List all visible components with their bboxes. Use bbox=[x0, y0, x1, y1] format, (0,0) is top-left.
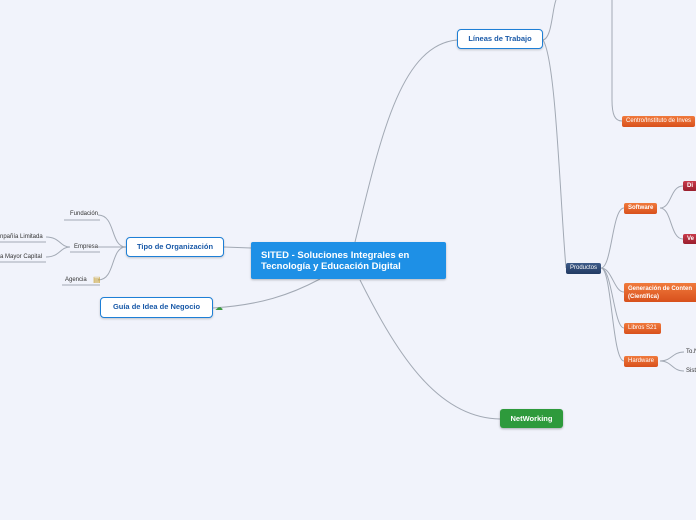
subtopic-software-child-1[interactable]: Di bbox=[683, 181, 696, 191]
subtopic-label: Centro/Instituto de Inves bbox=[626, 118, 692, 124]
subtopic-libros-s21[interactable]: Libros S21 bbox=[624, 323, 661, 334]
topic-guia-idea-negocio[interactable]: Guía de Idea de Negocio bbox=[100, 297, 213, 318]
topic-tipo-de-organizacion[interactable]: Tipo de Organización bbox=[126, 237, 224, 257]
central-topic-line1: SITED - Soluciones Integrales en bbox=[261, 250, 410, 261]
subtopic-centro-instituto[interactable]: Centro/Instituto de Inves bbox=[622, 116, 696, 127]
subtopic-label: Hardware bbox=[628, 358, 655, 364]
subtopic-software-child-2[interactable]: Ve bbox=[683, 234, 696, 244]
hardware-child-2[interactable]: Siste bbox=[686, 367, 696, 375]
subtopic-empresa[interactable]: Empresa bbox=[74, 243, 98, 251]
topic-label: Tipo de Organización bbox=[136, 242, 214, 251]
subtopic-software[interactable]: Software bbox=[624, 203, 658, 214]
subtopic-label: Software bbox=[628, 205, 654, 211]
topic-lineas-de-trabajo[interactable]: Líneas de Trabajo bbox=[457, 29, 543, 49]
subtopic-productos[interactable]: Productos bbox=[566, 263, 602, 274]
subtopic-hardware[interactable]: Hardware bbox=[624, 356, 659, 367]
subtopic-label: Ve bbox=[687, 236, 695, 242]
subtopic-compania-limitada[interactable]: npañía Limitada bbox=[0, 233, 43, 241]
topic-label: Líneas de Trabajo bbox=[468, 34, 532, 43]
subtopic-agencia[interactable]: Agencia bbox=[65, 276, 87, 284]
hardware-child-1[interactable]: To.N bbox=[686, 348, 696, 356]
subtopic-label: Di bbox=[687, 183, 693, 189]
central-topic-line2: Tecnología y Educación Digital bbox=[261, 261, 401, 272]
topic-label: Guía de Idea de Negocio bbox=[112, 302, 201, 311]
subtopic-generacion-contenido[interactable]: Generación de Conten (Científica) bbox=[624, 283, 696, 302]
subtopic-label: Libros S21 bbox=[628, 325, 657, 331]
subtopic-mayor-capital[interactable]: a Mayor Capital bbox=[0, 253, 42, 261]
subtopic-fundacion[interactable]: Fundación bbox=[70, 210, 98, 218]
subtopic-label: Productos bbox=[570, 265, 598, 271]
subtopic-label-line2: (Científica) bbox=[628, 294, 660, 300]
topic-networking[interactable]: NetWorking bbox=[500, 409, 563, 428]
building-icon: ▤ bbox=[93, 275, 101, 284]
central-topic[interactable]: SITED - Soluciones Integrales en Tecnolo… bbox=[251, 242, 446, 279]
subtopic-label-line1: Generación de Conten bbox=[628, 286, 693, 292]
cloud-icon: ☁ bbox=[215, 303, 223, 312]
topic-label: NetWorking bbox=[510, 414, 553, 423]
